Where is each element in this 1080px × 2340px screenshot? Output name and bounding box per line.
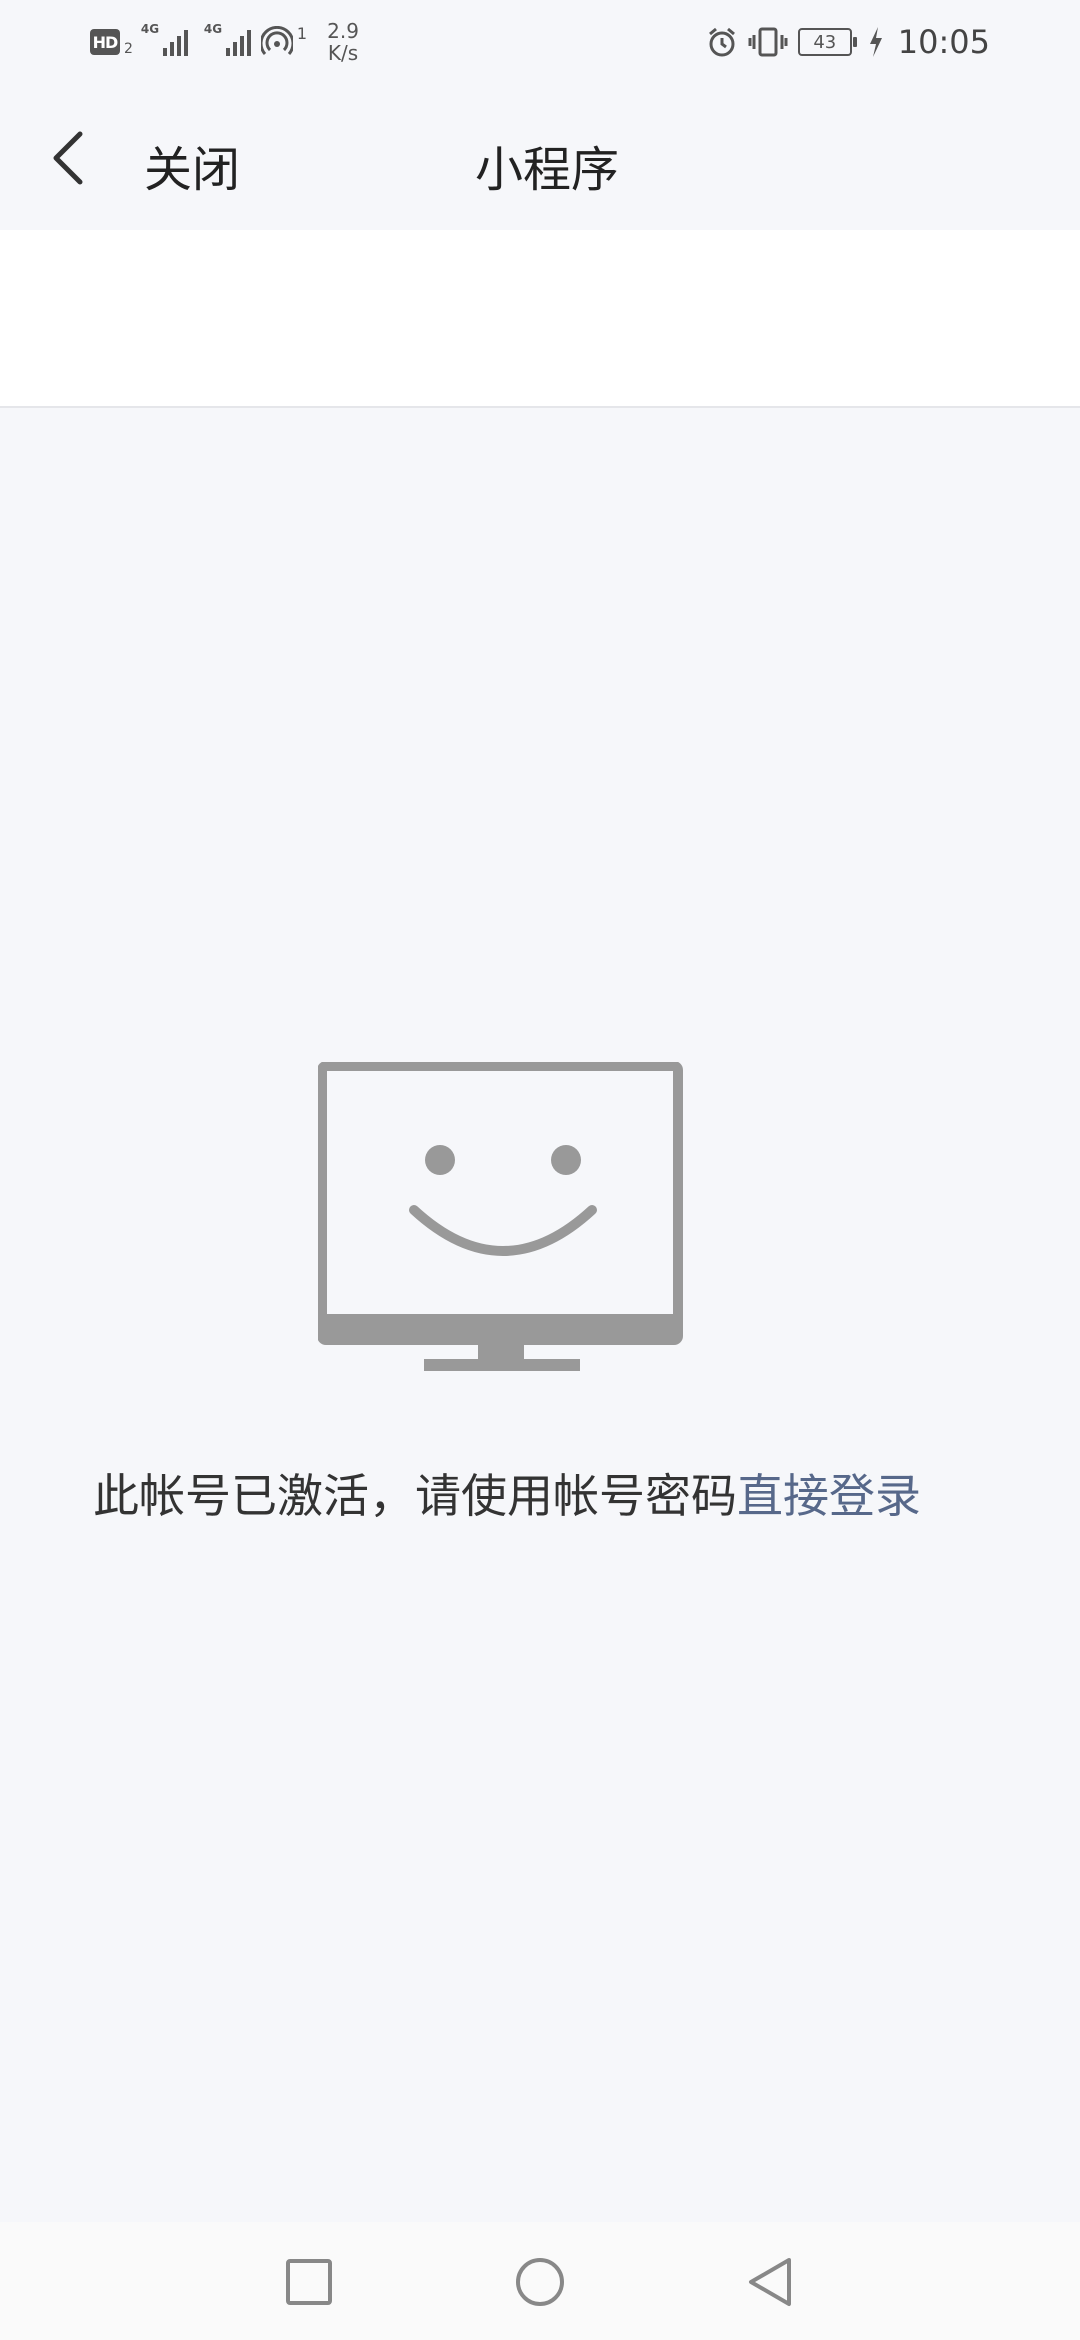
status-bar-left: HD 2 4G 4G 1 2.9 K/s (90, 20, 359, 64)
navigation-header: 关闭 小程序 (0, 84, 1080, 230)
activation-message: 此帐号已激活，请使用帐号密码 (93, 1469, 737, 1523)
chevron-left-icon (53, 131, 83, 185)
direct-login-link[interactable]: 直接登录 (737, 1469, 921, 1523)
battery-level: 43 (813, 31, 837, 53)
signal-icon-sim1: 4G (141, 22, 188, 56)
status-bar: HD 2 4G 4G 1 2.9 K/s 43 10:05 (0, 0, 1080, 84)
network-speed-value: 2.9 (327, 19, 359, 43)
network-type-sim1: 4G (140, 22, 160, 36)
hotspot-count: 1 (296, 23, 308, 43)
charging-icon (869, 27, 882, 57)
network-speed: 2.9 K/s (327, 20, 359, 64)
smiling-monitor-icon (318, 1062, 683, 1371)
signal-icon-sim2: 4G (204, 22, 251, 56)
network-type-sim2: 4G (203, 22, 223, 36)
hotspot-icon (260, 26, 293, 55)
system-navigation-bar (0, 2222, 1080, 2340)
alarm-icon (708, 27, 735, 57)
triangle-back-icon (749, 2258, 791, 2306)
square-icon (286, 2259, 332, 2305)
back-nav-button[interactable] (740, 2252, 800, 2312)
page-title: 小程序 (475, 142, 620, 198)
home-button[interactable] (510, 2252, 570, 2312)
close-button[interactable]: 关闭 (144, 130, 240, 200)
network-speed-unit: K/s (327, 41, 359, 65)
hd-voice-icon: HD (90, 29, 120, 55)
hd-sim-index: 2 (124, 41, 133, 57)
content-top-panel (0, 230, 1080, 408)
recent-apps-button[interactable] (279, 2252, 339, 2312)
clock: 10:05 (897, 23, 990, 61)
status-bar-right: 43 10:05 (706, 20, 990, 64)
vibrate-icon (748, 27, 788, 57)
circle-icon (516, 2258, 564, 2306)
battery-icon: 43 (797, 28, 857, 56)
back-button[interactable] (40, 128, 96, 188)
empty-state-message: 此帐号已激活，请使用帐号密码直接登录 (0, 1460, 1080, 1526)
